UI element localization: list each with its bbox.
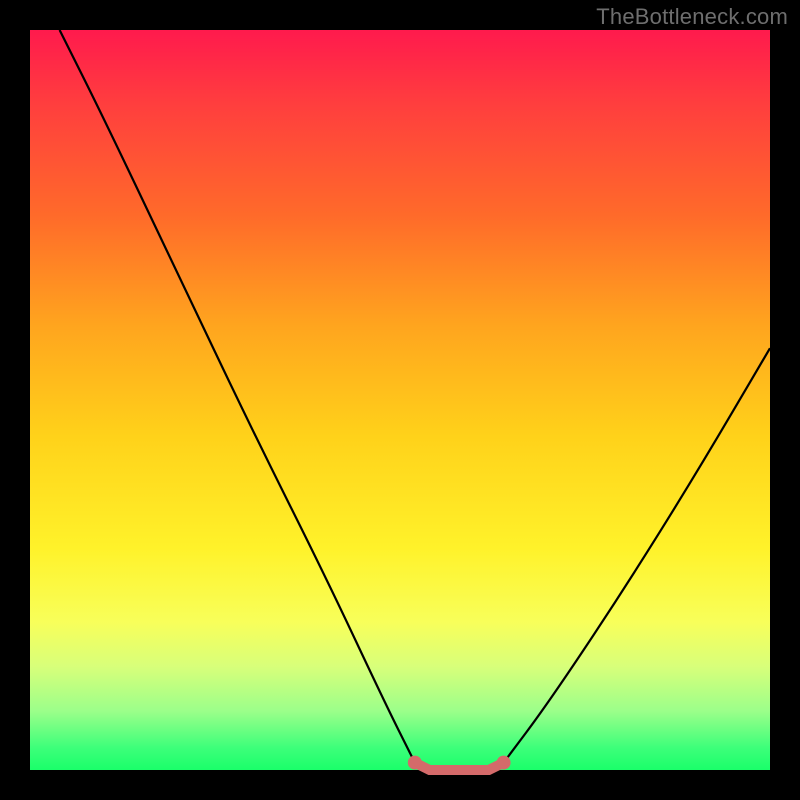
bottleneck-curve-left — [60, 30, 415, 763]
optimal-plateau — [415, 763, 504, 770]
plateau-end-dot — [497, 756, 511, 770]
bottleneck-curve-right — [504, 348, 770, 762]
chart-svg — [30, 30, 770, 770]
chart-plot-area — [30, 30, 770, 770]
plateau-start-dot — [408, 756, 422, 770]
watermark-label: TheBottleneck.com — [596, 4, 788, 30]
chart-frame: TheBottleneck.com — [0, 0, 800, 800]
